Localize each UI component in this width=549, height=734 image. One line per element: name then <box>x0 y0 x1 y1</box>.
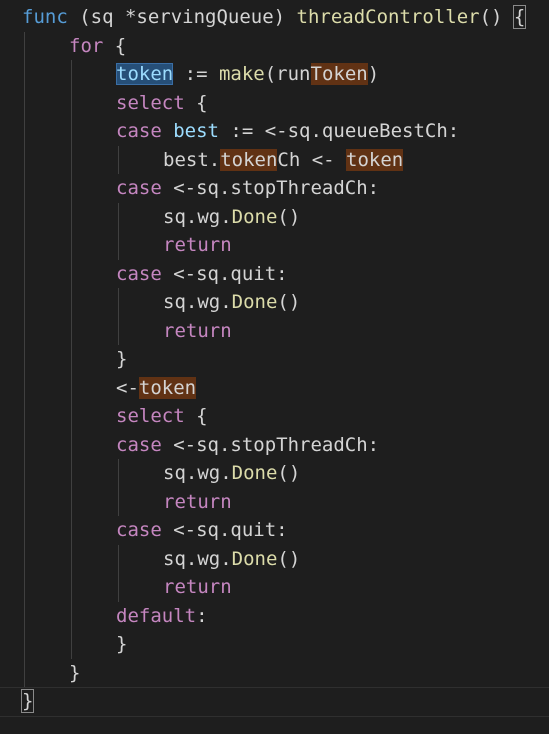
code-token: <-sq.quit: <box>161 519 288 541</box>
code-token: sq.wg. <box>163 205 232 228</box>
code-token: case <box>116 433 162 456</box>
highlighted-token: token <box>138 376 197 399</box>
code-token: sq.wg. <box>163 462 232 484</box>
indent-guide <box>118 288 119 345</box>
code-line[interactable]: case <-sq.quit: <box>116 260 288 289</box>
code-token: best <box>173 120 219 142</box>
code-line[interactable]: case <-sq.stopThreadCh: <box>116 174 379 203</box>
indent-guide <box>118 145 119 174</box>
code-line[interactable]: } <box>116 630 127 659</box>
code-token: } <box>116 348 128 370</box>
highlighted-token: Token <box>310 63 368 85</box>
code-line[interactable]: case <-sq.stopThreadCh: <box>116 431 379 460</box>
code-token: for <box>69 34 104 57</box>
indent-guide <box>118 459 119 516</box>
code-token: } <box>20 689 35 713</box>
code-token: <-sq.stopThreadCh: <box>161 177 380 199</box>
code-token: make <box>218 63 265 85</box>
code-token: return <box>163 319 232 342</box>
code-token: Done <box>231 205 278 228</box>
code-line[interactable]: } <box>69 659 80 688</box>
code-token: { <box>184 405 208 427</box>
code-line[interactable]: select { <box>116 402 208 431</box>
code-token: threadController <box>296 6 480 28</box>
code-line[interactable]: best.tokenCh <- token <box>163 146 404 175</box>
code-token: (sq *servingQueue) <box>67 6 297 28</box>
code-token: return <box>163 234 232 256</box>
code-token: sq.wg. <box>163 291 232 313</box>
code-token: select <box>116 405 185 427</box>
code-token: } <box>69 661 81 684</box>
code-line[interactable]: default: <box>116 602 208 631</box>
code-token: := <-sq.queueBestCh: <box>218 120 460 142</box>
indent-guide <box>24 31 25 687</box>
code-line[interactable]: } <box>116 345 127 374</box>
code-token: : <box>196 604 208 627</box>
indent-guide <box>118 202 119 260</box>
code-token: case <box>116 262 162 285</box>
code-token: Ch <- <box>277 148 347 171</box>
code-line[interactable]: sq.wg.Done() <box>163 545 300 574</box>
code-token: () <box>277 462 301 484</box>
code-line[interactable]: return <box>163 573 232 602</box>
code-line[interactable]: token := make(runToken) <box>116 60 379 89</box>
code-line[interactable]: case best := <-sq.queueBestCh: <box>116 117 459 146</box>
code-line[interactable]: sq.wg.Done() <box>163 288 300 317</box>
code-token: <-sq.quit: <box>161 262 288 285</box>
code-token: best. <box>163 148 221 171</box>
code-line[interactable]: <-token <box>116 374 197 403</box>
code-token: (run <box>264 63 311 85</box>
code-token: { <box>184 91 208 114</box>
code-token: { <box>512 5 527 29</box>
code-line[interactable]: return <box>163 231 232 260</box>
code-line[interactable]: return <box>163 488 232 517</box>
code-token: <- <box>116 376 139 399</box>
code-token: <-sq.stopThreadCh: <box>161 433 380 456</box>
code-line[interactable]: func (sq *servingQueue) threadController… <box>22 3 527 32</box>
code-token: Done <box>231 462 278 484</box>
current-line-highlight <box>0 687 549 717</box>
code-line[interactable]: select { <box>116 89 208 118</box>
code-line[interactable]: } <box>20 687 35 716</box>
code-token: return <box>163 490 232 513</box>
code-line[interactable]: for { <box>69 32 126 61</box>
code-token: := <box>173 63 219 85</box>
selected-token: token <box>116 63 174 85</box>
code-token: () <box>277 205 301 228</box>
highlighted-token: token <box>346 148 404 171</box>
code-token: Done <box>231 291 278 313</box>
highlighted-token: token <box>220 148 278 171</box>
indent-guide <box>71 60 72 659</box>
code-token: default <box>116 604 197 627</box>
code-line[interactable]: case <-sq.quit: <box>116 516 288 545</box>
code-token: } <box>116 633 128 655</box>
code-token: { <box>103 34 127 57</box>
code-line[interactable]: sq.wg.Done() <box>163 203 300 232</box>
code-line[interactable]: return <box>163 317 232 346</box>
code-token: ) <box>367 63 380 85</box>
code-token: () <box>277 291 301 313</box>
code-token: func <box>22 6 68 28</box>
code-token: case <box>116 120 162 142</box>
code-token: select <box>116 91 185 114</box>
code-token: case <box>116 519 162 541</box>
code-token: case <box>116 177 162 199</box>
code-line[interactable]: sq.wg.Done() <box>163 459 300 488</box>
code-token: () <box>277 547 301 570</box>
code-token: Done <box>231 547 278 570</box>
code-editor[interactable]: func (sq *servingQueue) threadController… <box>0 0 549 734</box>
code-token: sq.wg. <box>163 547 232 570</box>
indent-guide <box>118 544 119 602</box>
code-token: return <box>163 576 232 598</box>
code-token: () <box>479 6 514 28</box>
